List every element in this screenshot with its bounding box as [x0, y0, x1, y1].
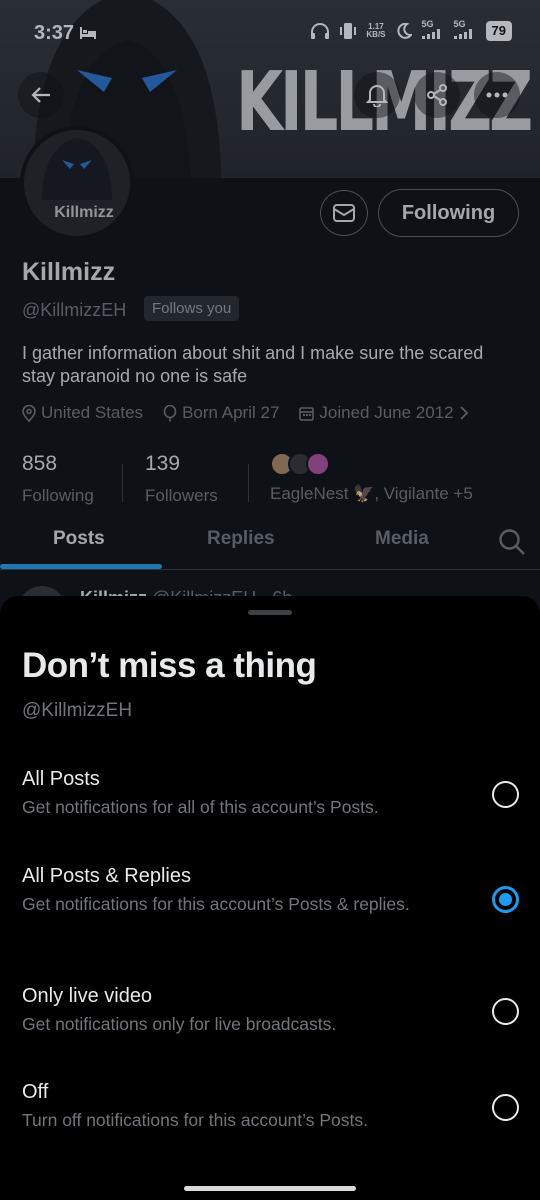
option-description: Get notifications only for live broadcas… [22, 1014, 337, 1034]
option-description: Get notifications for this account’s Pos… [22, 894, 410, 914]
radio-button[interactable] [492, 998, 519, 1025]
option-description: Turn off notifications for this account’… [22, 1110, 368, 1130]
option-all-posts[interactable]: All Posts Get notifications for all of t… [0, 768, 540, 838]
dim-overlay[interactable] [0, 0, 540, 620]
radio-button[interactable] [492, 781, 519, 808]
option-title: Only live video [22, 985, 153, 1007]
option-title: All Posts [22, 768, 100, 790]
option-only-live-video[interactable]: Only live video Get notifications only f… [0, 985, 540, 1055]
option-all-posts-replies[interactable]: All Posts & Replies Get notifications fo… [0, 865, 540, 945]
option-off[interactable]: Off Turn off notifications for this acco… [0, 1081, 540, 1151]
option-title: All Posts & Replies [22, 865, 191, 887]
sheet-title: Don’t miss a thing [22, 646, 317, 685]
sheet-handle: @KillmizzEH [22, 700, 133, 721]
home-indicator[interactable] [184, 1186, 356, 1191]
sheet-grabber[interactable] [248, 610, 292, 615]
notification-settings-sheet: Don’t miss a thing @KillmizzEH All Posts… [0, 596, 540, 1200]
option-description: Get notifications for all of this accoun… [22, 797, 379, 817]
option-title: Off [22, 1081, 49, 1103]
radio-button-selected[interactable] [492, 886, 519, 913]
radio-button[interactable] [492, 1094, 519, 1121]
